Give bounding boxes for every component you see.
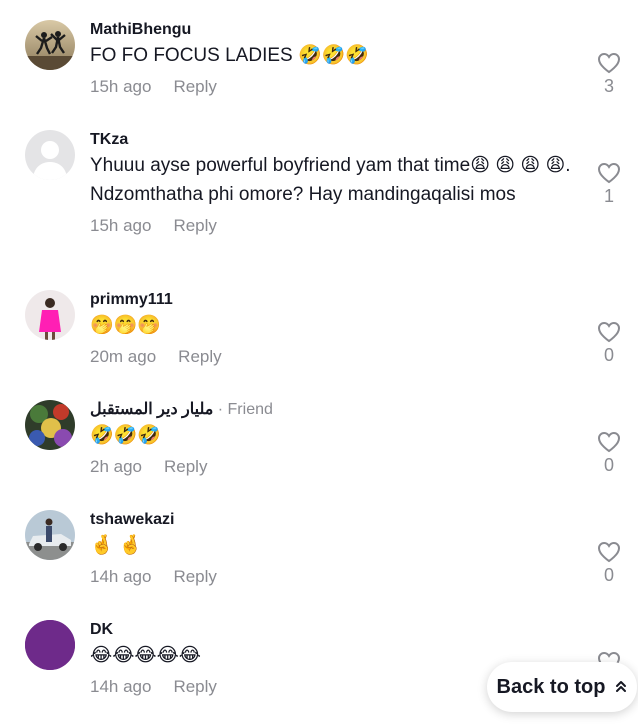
- silhouette-avatar-icon: [25, 20, 75, 70]
- comment-text: Yhuuu ayse powerful boyfriend yam that t…: [90, 155, 571, 205]
- comment-time: 14h ago: [90, 567, 152, 586]
- comment-time: 20m ago: [90, 347, 157, 366]
- reply-button[interactable]: Reply: [173, 77, 216, 96]
- username[interactable]: tshawekazi: [90, 510, 580, 530]
- heart-icon: [597, 162, 621, 184]
- comment-text: 🤞 🤞: [90, 535, 143, 556]
- reply-button[interactable]: Reply: [178, 347, 221, 366]
- comment-time: 15h ago: [90, 77, 152, 96]
- username[interactable]: مليار دير المستقبل · Friend: [90, 400, 580, 420]
- username[interactable]: TKza: [90, 130, 580, 150]
- friend-badge: · Friend: [213, 401, 273, 418]
- avatar[interactable]: [25, 620, 75, 670]
- avatar[interactable]: [25, 400, 75, 450]
- like-button[interactable]: 0: [590, 431, 628, 476]
- like-count: 1: [603, 186, 614, 206]
- comment-time: 14h ago: [90, 677, 152, 696]
- like-button[interactable]: 0: [590, 321, 628, 366]
- avatar[interactable]: [25, 20, 75, 70]
- heart-icon: [597, 52, 621, 74]
- heart-icon: [597, 321, 621, 343]
- pink-dress-avatar-icon: [25, 290, 75, 340]
- heart-icon: [597, 541, 621, 563]
- double-chevron-up-icon: [615, 676, 627, 699]
- colorful-avatar-icon: [25, 400, 75, 450]
- purple-avatar-icon: [25, 620, 75, 670]
- back-to-top-label: Back to top: [496, 675, 606, 698]
- comment-time: 2h ago: [90, 457, 142, 476]
- comment-text: 🤭🤭🤭: [90, 315, 161, 336]
- avatar[interactable]: [25, 130, 75, 180]
- comment-list: MathiBhengu FO FO FOCUS LADIES 🤣🤣🤣 15h a…: [0, 0, 638, 728]
- like-button[interactable]: 1: [590, 162, 628, 207]
- back-to-top-button[interactable]: Back to top: [487, 662, 637, 712]
- comment-text: FO FO FOCUS LADIES 🤣🤣🤣: [90, 45, 369, 66]
- like-count: 0: [603, 455, 614, 475]
- like-button[interactable]: 0: [590, 541, 628, 586]
- heart-icon: [597, 431, 621, 453]
- reply-button[interactable]: Reply: [173, 677, 216, 696]
- like-count: 0: [603, 565, 614, 585]
- reply-button[interactable]: Reply: [173, 567, 216, 586]
- comment-text: 🤣🤣🤣: [90, 425, 161, 446]
- reply-button[interactable]: Reply: [164, 457, 207, 476]
- like-count: 0: [603, 345, 614, 365]
- like-count: 3: [603, 76, 614, 96]
- car-avatar-icon: [25, 510, 75, 560]
- username[interactable]: primmy111: [90, 290, 580, 310]
- comment-time: 15h ago: [90, 216, 152, 235]
- like-button[interactable]: 3: [590, 52, 628, 97]
- avatar[interactable]: [25, 510, 75, 560]
- avatar[interactable]: [25, 290, 75, 340]
- username[interactable]: DK: [90, 620, 580, 640]
- reply-button[interactable]: Reply: [173, 216, 216, 235]
- default-avatar-icon: [25, 130, 75, 180]
- username[interactable]: MathiBhengu: [90, 20, 580, 40]
